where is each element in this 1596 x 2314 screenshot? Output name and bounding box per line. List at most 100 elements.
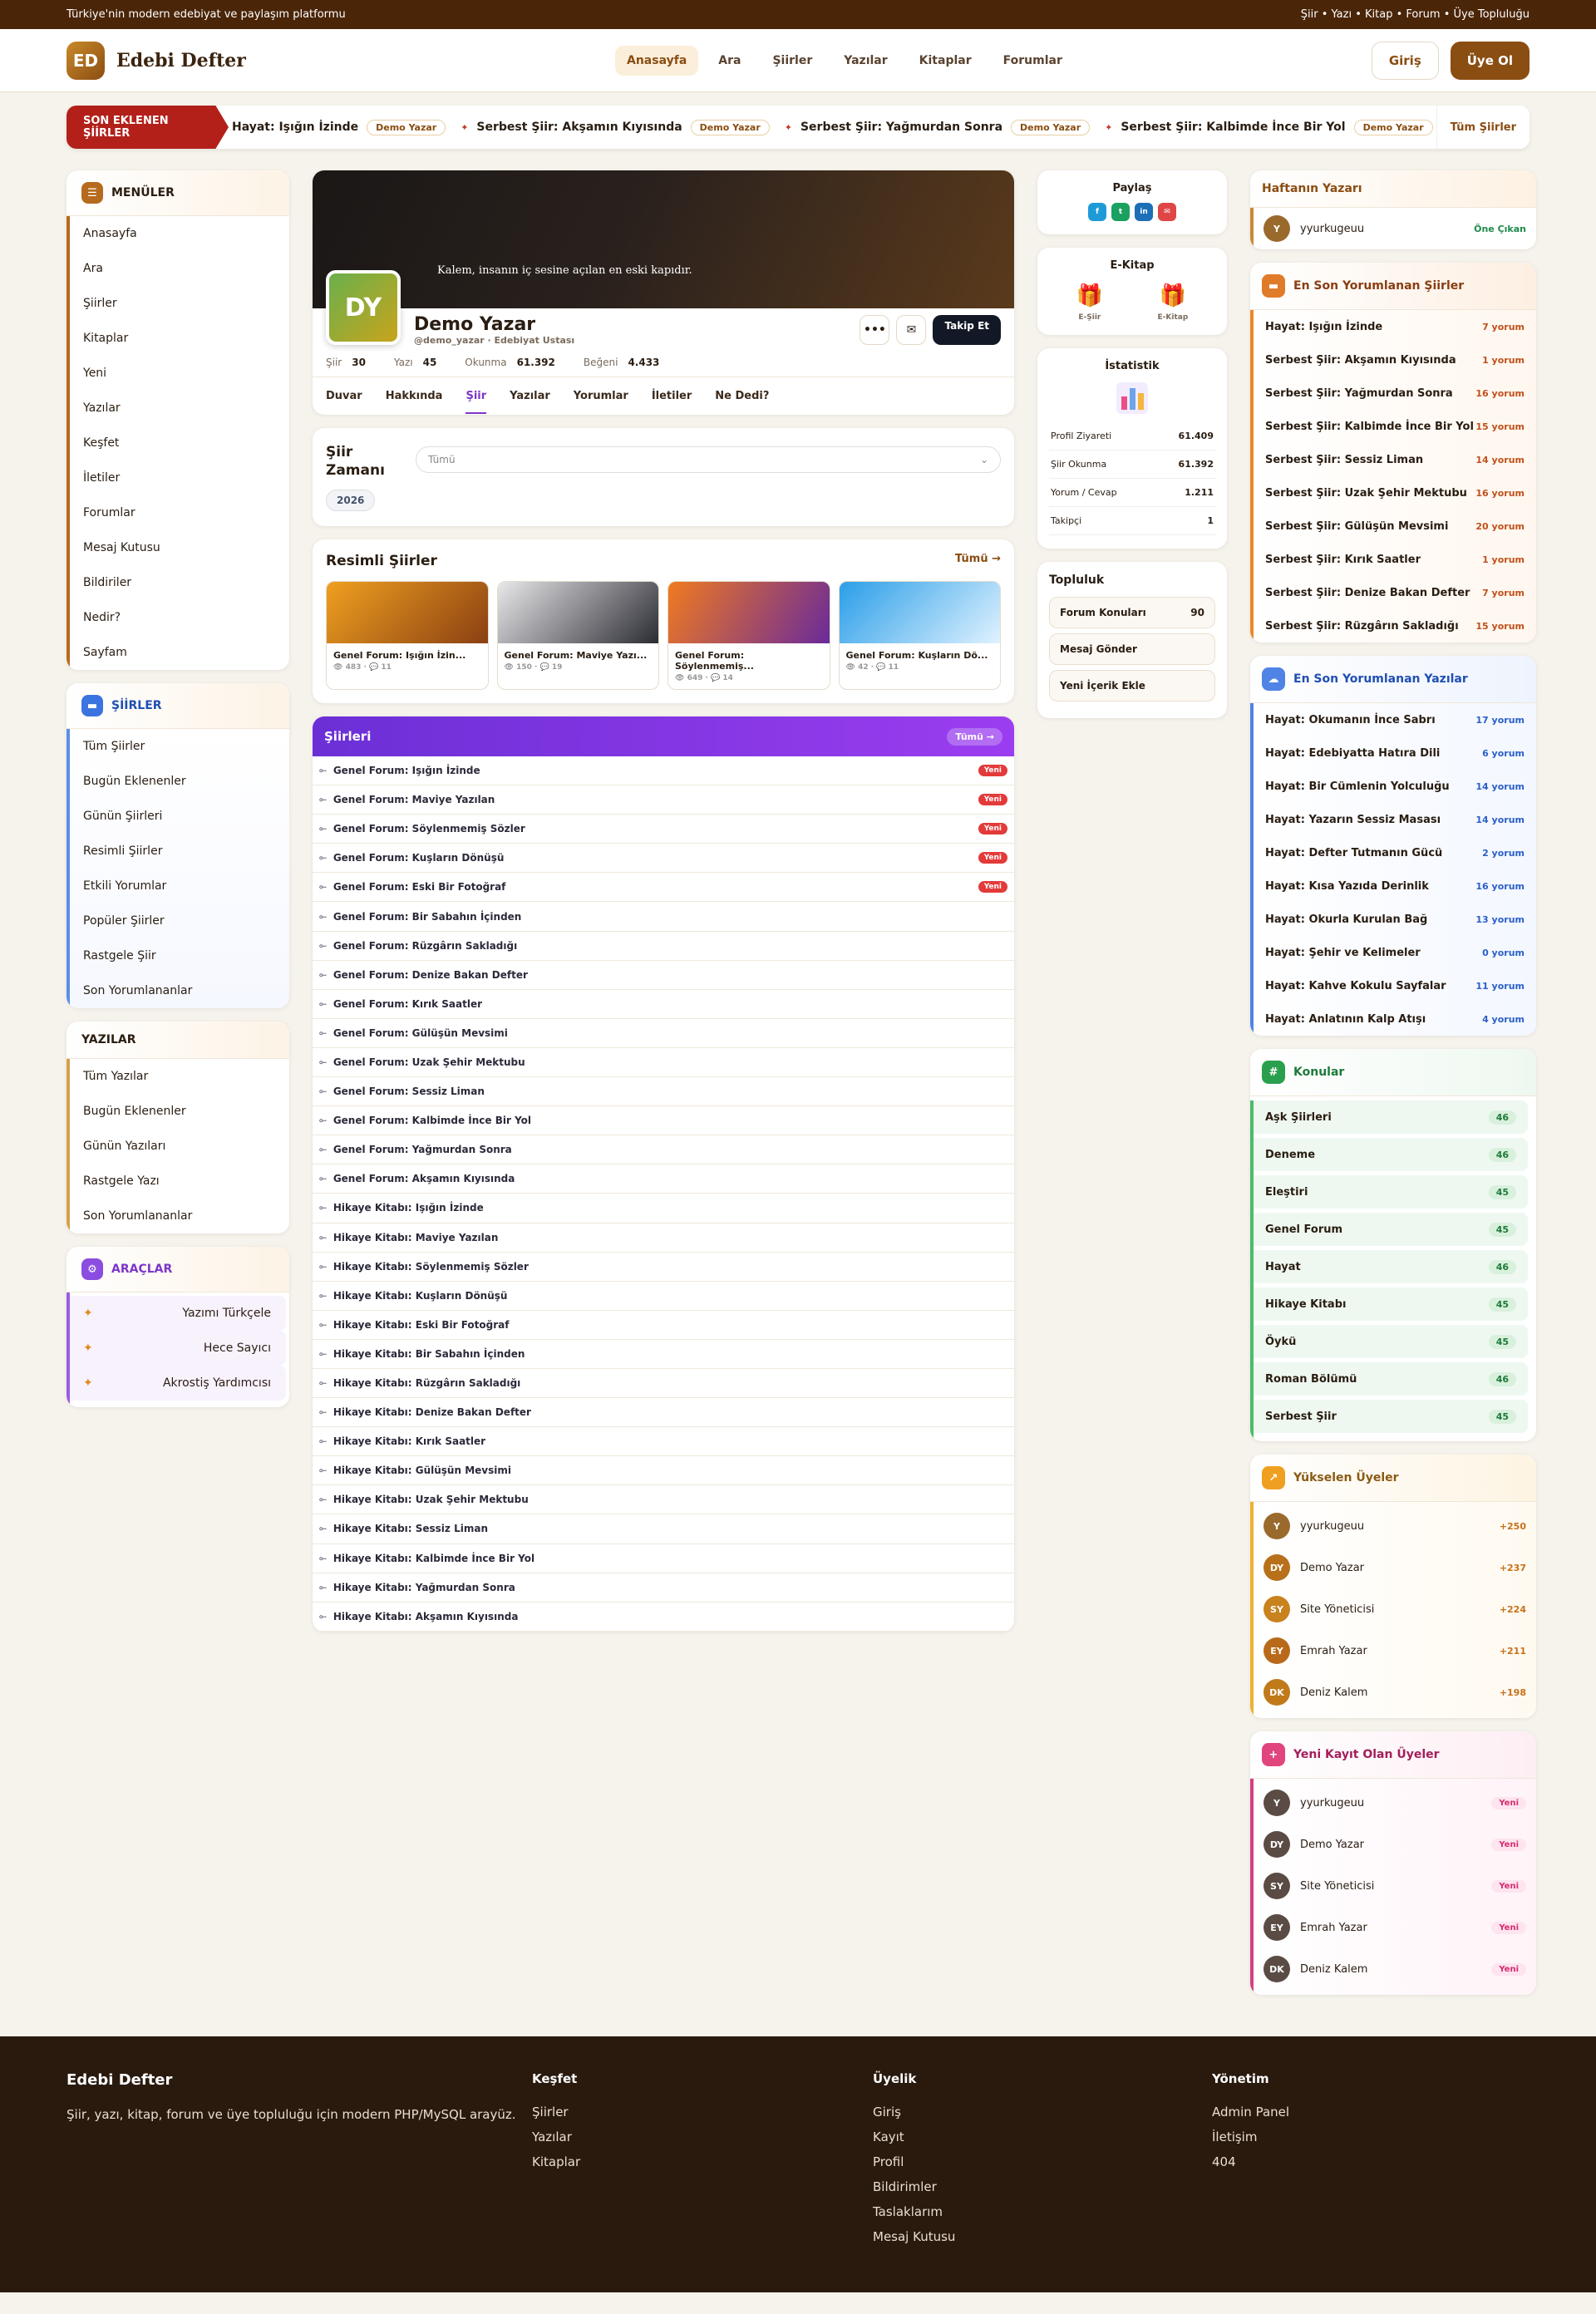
- poem-row[interactable]: ⟜ Hikaye Kitabı: Maviye Yazılan: [313, 1223, 1014, 1253]
- sidebar-item[interactable]: Günün Yazıları: [70, 1129, 289, 1164]
- sidebar-item[interactable]: Sayfam: [70, 635, 289, 670]
- footer-link[interactable]: Admin Panel: [1212, 2105, 1461, 2120]
- footer-link[interactable]: Mesaj Kutusu: [873, 2229, 1212, 2244]
- more-button[interactable]: •••: [860, 315, 890, 345]
- sidebar-item[interactable]: Şiirler: [70, 286, 289, 321]
- topic-item[interactable]: Öykü 45: [1254, 1325, 1528, 1358]
- member-row[interactable]: Yyyurkugeuu Yeni: [1254, 1782, 1536, 1824]
- member-row[interactable]: DY Demo Yazar Yeni: [1254, 1824, 1536, 1865]
- poem-row[interactable]: ⟜ Hikaye Kitabı: Kırık Saatler: [313, 1427, 1014, 1457]
- sidebar-item[interactable]: Son Yorumlananlar: [70, 1199, 289, 1233]
- sidebar-item[interactable]: Son Yorumlananlar: [70, 973, 289, 1008]
- footer-link[interactable]: Kayıt: [873, 2129, 1212, 2144]
- list-item[interactable]: Hayat: Yazarın Sessiz Masası 14 yorum: [1254, 803, 1536, 836]
- poem-row[interactable]: ⟜ Genel Forum: Söylenmemiş Sözler Yeni: [313, 815, 1014, 844]
- illustrated-poem-card[interactable]: Genel Forum: Söylenmemiş... 👁 649 · 💬 14: [667, 581, 830, 690]
- footer-link[interactable]: Giriş: [873, 2105, 1212, 2120]
- follow-button[interactable]: Takip Et: [933, 315, 1001, 345]
- list-item[interactable]: Serbest Şiir: Kalbimde İnce Bir Yol 15 yo…: [1254, 410, 1536, 443]
- topic-item[interactable]: Roman Bölümü 46: [1254, 1362, 1528, 1396]
- profile-tab[interactable]: Ne Dedi?: [715, 390, 769, 402]
- poem-row[interactable]: ⟜ Genel Forum: Eski Bir Fotoğraf Yeni: [313, 873, 1014, 903]
- member-row[interactable]: DK Deniz Kalem Yeni: [1254, 1948, 1536, 1990]
- poem-row[interactable]: ⟜ Genel Forum: Denize Bakan Defter: [313, 961, 1014, 990]
- member-row[interactable]: EY Emrah Yazar +211: [1254, 1630, 1536, 1671]
- poem-row[interactable]: ⟜ Hikaye Kitabı: Kalbimde İnce Bir Yol: [313, 1544, 1014, 1573]
- linkedin-icon[interactable]: in: [1135, 203, 1153, 221]
- sidebar-item[interactable]: Rastgele Şiir: [70, 938, 289, 973]
- poem-row[interactable]: ⟜ Hikaye Kitabı: Işığın İzinde: [313, 1194, 1014, 1223]
- list-item[interactable]: Hayat: Okumanın İnce Sabrı 17 yorum: [1254, 703, 1536, 736]
- profile-tab[interactable]: Şiir: [466, 378, 487, 414]
- list-item[interactable]: Serbest Şiir: Kırık Saatler 1 yorum: [1254, 543, 1536, 576]
- poem-row[interactable]: ⟜ Hikaye Kitabı: Söylenmemiş Sözler: [313, 1253, 1014, 1282]
- list-item[interactable]: Serbest Şiir: Yağmurdan Sonra 16 yorum: [1254, 377, 1536, 410]
- ticker-item[interactable]: ✦ Serbest Şiir: Kalbimde İnce Bir Yol Demo…: [1105, 119, 1433, 135]
- footer-link[interactable]: Bildirimler: [873, 2179, 1212, 2194]
- sidebar-item[interactable]: Yazılar: [70, 391, 289, 426]
- ticker-item[interactable]: Hayat: Işığın İzinde Demo Yazar: [232, 119, 446, 135]
- illustrated-poem-card[interactable]: Genel Forum: Işığın İzin... 👁 483 · 💬 11: [326, 581, 489, 690]
- sidebar-item[interactable]: Bugün Eklenenler: [70, 764, 289, 799]
- message-icon[interactable]: ✉: [896, 315, 927, 345]
- topic-item[interactable]: Genel Forum 45: [1254, 1213, 1528, 1246]
- sidebar-item[interactable]: Ara: [70, 251, 289, 286]
- sidebar-item[interactable]: Nedir?: [70, 600, 289, 635]
- list-item[interactable]: Hayat: Işığın İzinde 7 yorum: [1254, 310, 1536, 343]
- sidebar-item[interactable]: İletiler: [70, 460, 289, 495]
- poem-row[interactable]: ⟜ Hikaye Kitabı: Sessiz Liman: [313, 1514, 1014, 1544]
- facebook-icon[interactable]: f: [1088, 203, 1106, 221]
- poem-row[interactable]: ⟜ Hikaye Kitabı: Akşamın Kıyısında: [313, 1603, 1014, 1632]
- footer-link[interactable]: Profil: [873, 2154, 1212, 2169]
- profile-tab[interactable]: Yazılar: [510, 390, 550, 402]
- poem-row[interactable]: ⟜ Hikaye Kitabı: Eski Bir Fotoğraf: [313, 1311, 1014, 1340]
- list-item[interactable]: Hayat: Bir Cümlenin Yolculuğu 14 yorum: [1254, 770, 1536, 803]
- all-poems-link[interactable]: Tüm Şiirler: [1436, 106, 1530, 149]
- poem-row[interactable]: ⟜ Genel Forum: Gülüşün Mevsimi: [313, 1019, 1014, 1048]
- topic-item[interactable]: Hayat 46: [1254, 1250, 1528, 1283]
- list-item[interactable]: Hayat: Anlatının Kalp Atışı 4 yorum: [1254, 1002, 1536, 1036]
- member-row[interactable]: Yyyurkugeuu +250: [1254, 1505, 1536, 1547]
- poem-row[interactable]: ⟜ Hikaye Kitabı: Kuşların Dönüşü: [313, 1282, 1014, 1311]
- profile-tab[interactable]: Hakkında: [386, 390, 443, 402]
- poem-row[interactable]: ⟜ Genel Forum: Kalbimde İnce Bir Yol: [313, 1106, 1014, 1136]
- e-book-link[interactable]: 🎁 E-Kitap: [1158, 283, 1189, 322]
- profile-tab[interactable]: Yorumlar: [574, 390, 628, 402]
- poem-row[interactable]: ⟜ Hikaye Kitabı: Uzak Şehir Mektubu: [313, 1485, 1014, 1515]
- year-chip[interactable]: 2026: [326, 490, 376, 511]
- poem-row[interactable]: ⟜ Hikaye Kitabı: Denize Bakan Defter: [313, 1398, 1014, 1428]
- register-button[interactable]: Üye Ol: [1450, 41, 1530, 80]
- list-item[interactable]: Serbest Şiir: Rüzgârın Sakladığı 15 yorum: [1254, 609, 1536, 643]
- poem-row[interactable]: ⟜ Hikaye Kitabı: Bir Sabahın İçinden: [313, 1340, 1014, 1369]
- sidebar-item[interactable]: Tüm Yazılar: [70, 1059, 289, 1094]
- poem-row[interactable]: ⟜ Genel Forum: Yağmurdan Sonra: [313, 1135, 1014, 1165]
- community-item[interactable]: Forum Konuları 90: [1049, 597, 1215, 628]
- e-poem-link[interactable]: 🎁 E-Şiir: [1076, 283, 1103, 322]
- poem-row[interactable]: ⟜ Genel Forum: Bir Sabahın İçinden: [313, 902, 1014, 932]
- member-row[interactable]: DY Demo Yazar +237: [1254, 1547, 1536, 1588]
- twitter-icon[interactable]: t: [1111, 203, 1130, 221]
- ticker-item[interactable]: ✦ Serbest Şiir: Yağmurdan Sonra Demo Yazar: [785, 119, 1091, 135]
- poem-row[interactable]: ⟜ Genel Forum: Işığın İzinde Yeni: [313, 756, 1014, 786]
- site-logo[interactable]: ED Edebi Defter: [66, 41, 246, 80]
- sidebar-item[interactable]: Resimli Şiirler: [70, 834, 289, 869]
- time-select[interactable]: Tümü ⌄: [416, 446, 1001, 473]
- member-row[interactable]: EY Emrah Yazar Yeni: [1254, 1907, 1536, 1948]
- sidebar-item[interactable]: Mesaj Kutusu: [70, 530, 289, 565]
- list-item[interactable]: Hayat: Kahve Kokulu Sayfalar 11 yorum: [1254, 969, 1536, 1002]
- poem-row[interactable]: ⟜ Hikaye Kitabı: Yağmurdan Sonra: [313, 1573, 1014, 1603]
- footer-link[interactable]: İletişim: [1212, 2129, 1461, 2144]
- nav-books[interactable]: Kitaplar: [908, 46, 983, 76]
- poem-row[interactable]: ⟜ Genel Forum: Maviye Yazılan Yeni: [313, 785, 1014, 815]
- footer-link[interactable]: Yazılar: [532, 2129, 873, 2144]
- member-row[interactable]: DK Deniz Kalem +198: [1254, 1671, 1536, 1713]
- poem-row[interactable]: ⟜ Genel Forum: Kırık Saatler: [313, 990, 1014, 1019]
- footer-link[interactable]: Şiirler: [532, 2105, 873, 2120]
- list-item[interactable]: Serbest Şiir: Akşamın Kıyısında 1 yorum: [1254, 343, 1536, 377]
- list-item[interactable]: Serbest Şiir: Denize Bakan Defter 7 yorum: [1254, 576, 1536, 609]
- poem-row[interactable]: ⟜ Genel Forum: Sessiz Liman: [313, 1077, 1014, 1107]
- sidebar-item[interactable]: Popüler Şiirler: [70, 903, 289, 938]
- login-button[interactable]: Giriş: [1371, 41, 1439, 80]
- poem-row[interactable]: ⟜ Genel Forum: Uzak Şehir Mektubu: [313, 1048, 1014, 1078]
- sidebar-item[interactable]: Tüm Şiirler: [70, 729, 289, 764]
